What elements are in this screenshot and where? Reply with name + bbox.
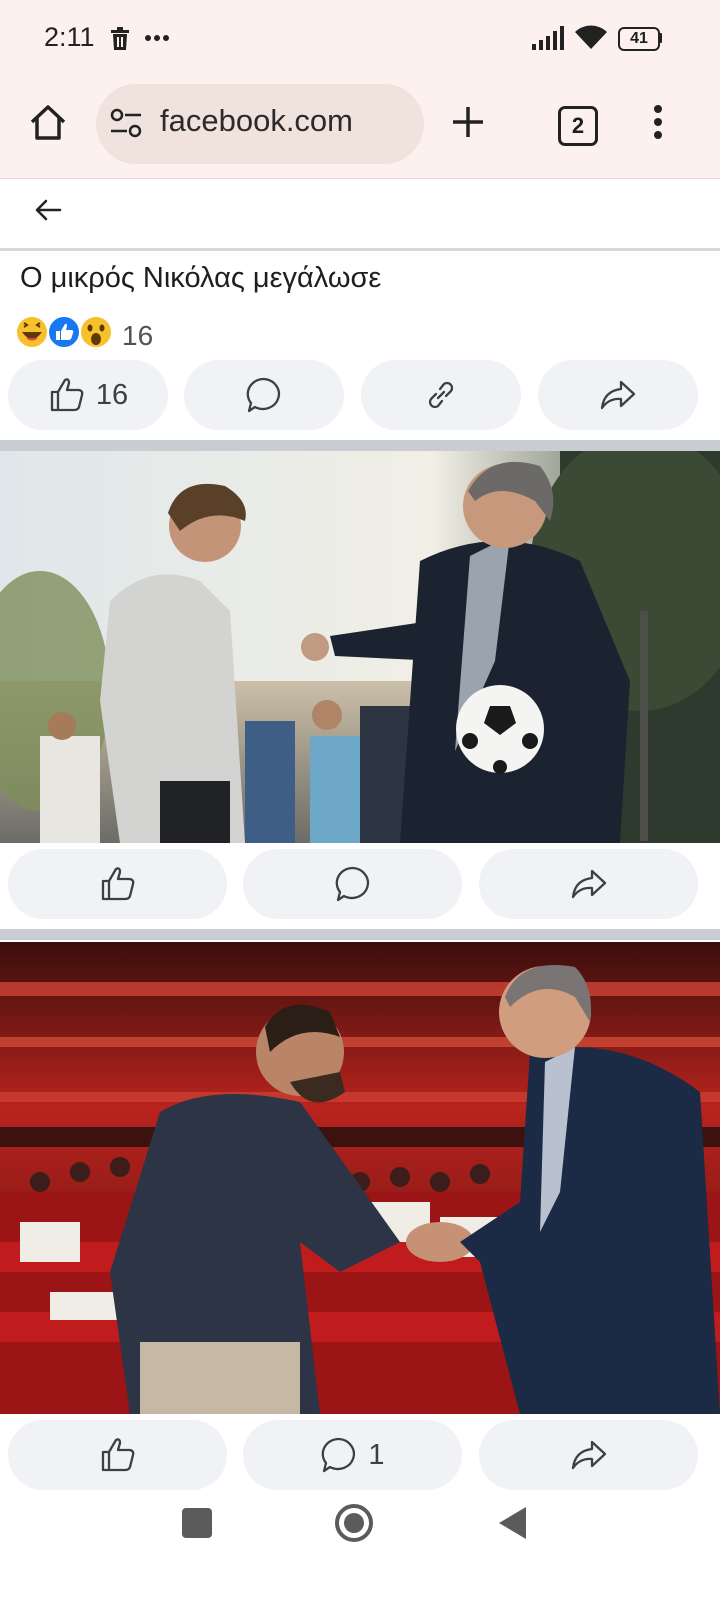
- link-icon: [428, 381, 454, 409]
- share-icon: [600, 380, 636, 410]
- section-divider: [0, 440, 720, 451]
- post-photo-1[interactable]: [0, 451, 720, 843]
- new-tab-icon[interactable]: [450, 104, 486, 140]
- wifi-icon: [575, 25, 607, 49]
- reaction-icons[interactable]: [14, 314, 114, 350]
- photo-2-comment-count: 1: [368, 1438, 385, 1471]
- share-icon: [571, 869, 606, 899]
- comment-icon: [335, 866, 369, 902]
- site-settings-icon[interactable]: [110, 108, 142, 138]
- comment-button[interactable]: [184, 360, 344, 430]
- photo-2-like-button[interactable]: [8, 1420, 227, 1490]
- recents-icon[interactable]: [182, 1508, 212, 1538]
- thumbs-up-icon: [50, 378, 84, 412]
- signal-icon: [532, 26, 564, 50]
- photo-1-image: [0, 451, 720, 843]
- photo-1-like-button[interactable]: [8, 849, 227, 919]
- photo-2-image: [0, 942, 720, 1414]
- battery-icon: 41: [618, 27, 660, 51]
- thumbs-up-icon: [101, 1438, 134, 1472]
- thumbs-up-icon: [101, 867, 134, 901]
- menu-icon[interactable]: [652, 104, 664, 140]
- copy-link-button[interactable]: [361, 360, 521, 430]
- reaction-count[interactable]: 16: [122, 320, 153, 352]
- comment-icon: [246, 377, 280, 413]
- back-arrow-icon[interactable]: [34, 198, 62, 222]
- haha-reaction-icon: [15, 315, 49, 349]
- share-icon: [571, 1440, 606, 1470]
- photo-2-share-button[interactable]: [479, 1420, 698, 1490]
- tab-switcher-button[interactable]: 2: [558, 106, 598, 146]
- like-count: 16: [95, 378, 129, 411]
- comment-icon: [322, 1437, 356, 1473]
- url-text[interactable]: facebook.com: [160, 103, 353, 139]
- status-time: 2:11: [44, 22, 95, 52]
- home-icon[interactable]: [28, 102, 68, 142]
- battery-tip: [659, 33, 662, 43]
- trash-icon: [111, 27, 129, 50]
- home-nav-icon[interactable]: [333, 1502, 375, 1544]
- photo-2-comment-button[interactable]: 1: [243, 1420, 462, 1490]
- wow-reaction-icon: [79, 315, 113, 349]
- photo-1-comment-button[interactable]: [243, 849, 462, 919]
- post-title: Ο μικρός Νικόλας μεγάλωσε: [20, 262, 382, 294]
- share-button[interactable]: [538, 360, 698, 430]
- post-header: [0, 180, 720, 251]
- more-notifications-icon: [145, 35, 169, 41]
- post-photo-2[interactable]: [0, 942, 720, 1414]
- like-button[interactable]: 16: [8, 360, 168, 430]
- like-reaction-icon: [47, 315, 81, 349]
- back-nav-icon[interactable]: [496, 1505, 528, 1541]
- section-divider: [0, 929, 720, 940]
- photo-1-share-button[interactable]: [479, 849, 698, 919]
